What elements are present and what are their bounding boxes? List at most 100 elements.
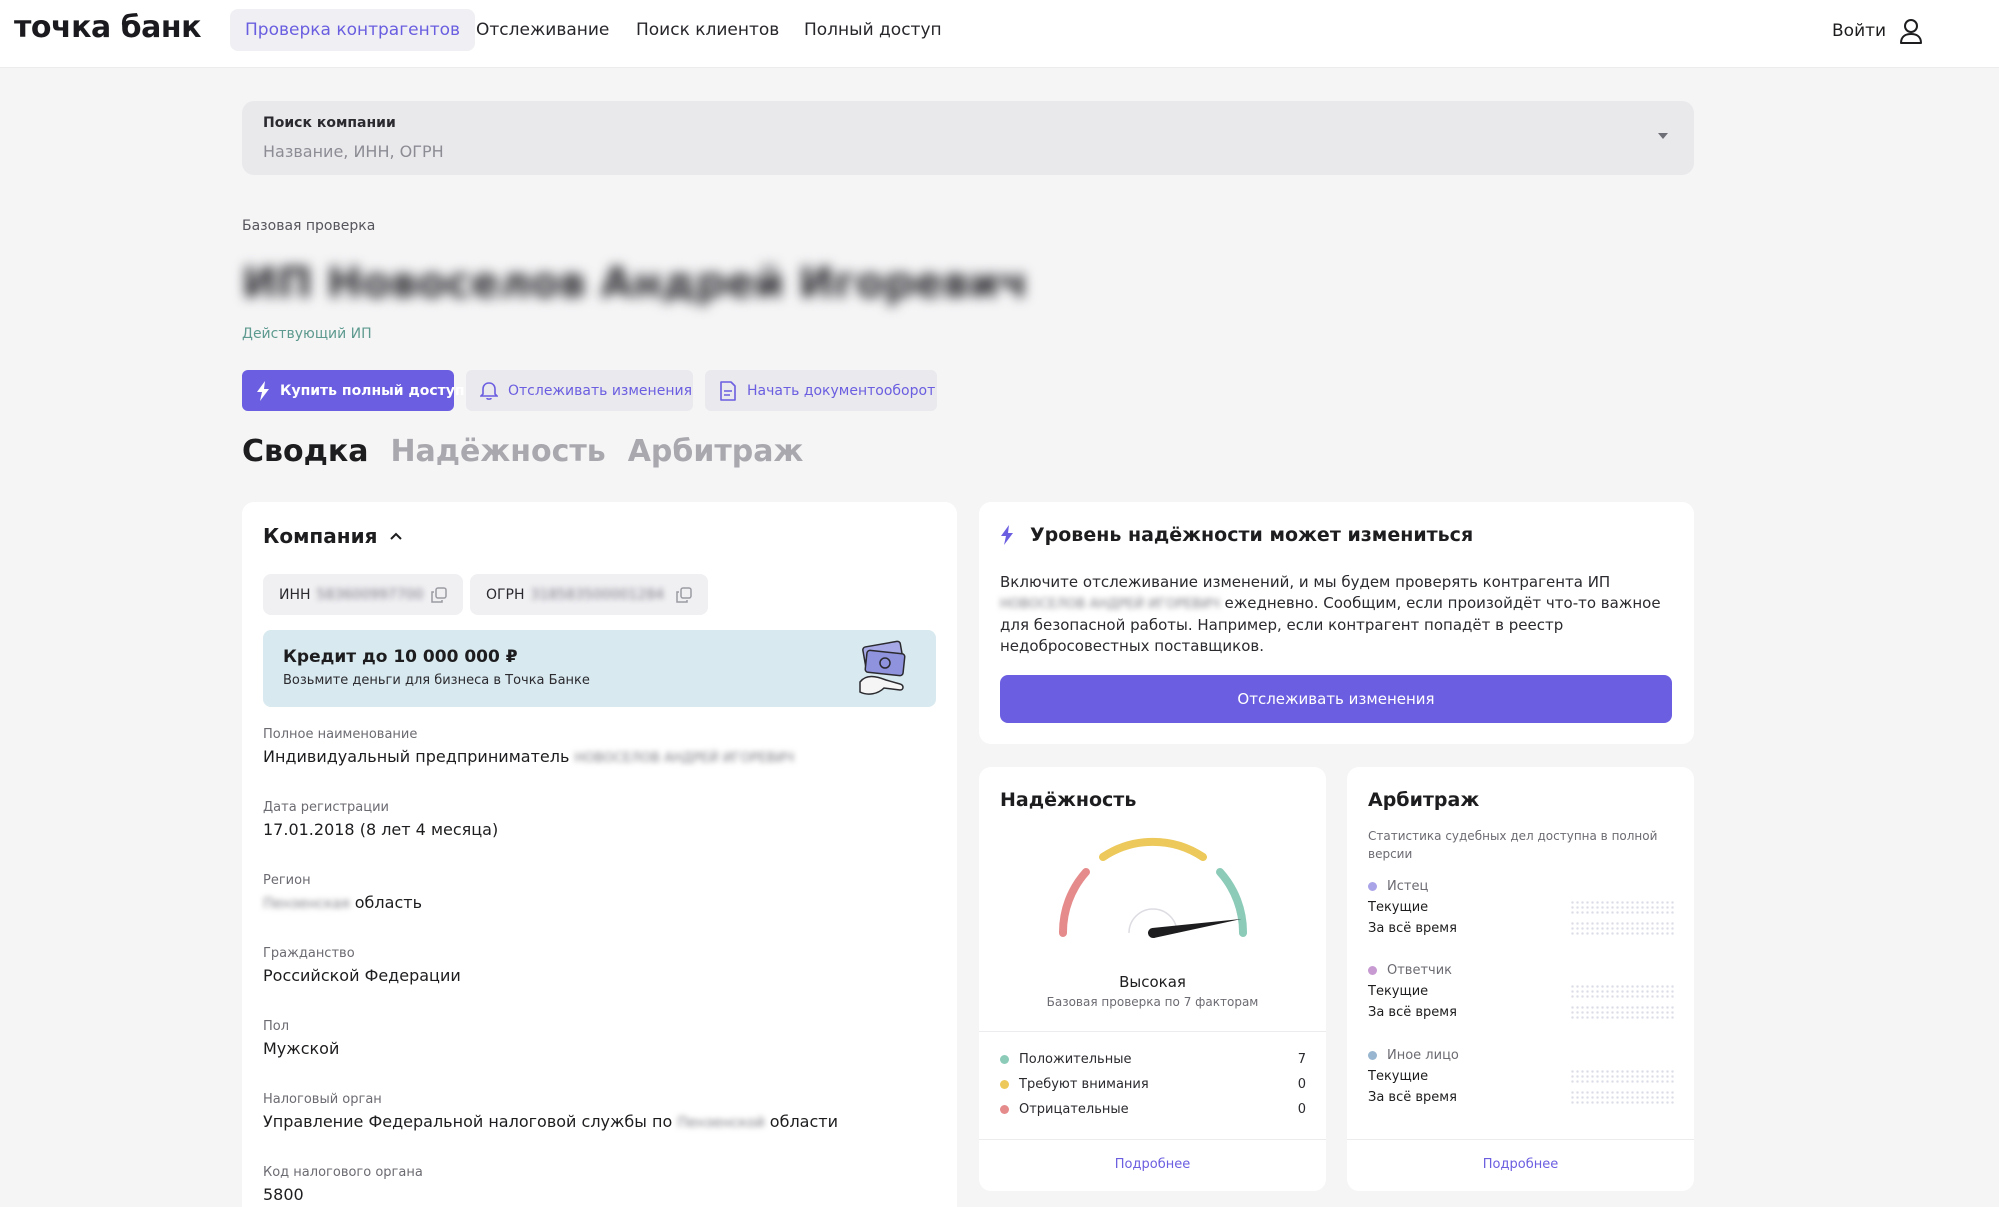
plaintiff-dot	[1368, 882, 1377, 891]
full-name-field: Полное наименование Индивидуальный предп…	[263, 727, 794, 766]
tab-summary[interactable]: Сводка	[242, 434, 368, 469]
arbitration-title: Арбитраж	[1368, 789, 1480, 811]
user-icon[interactable]	[1896, 16, 1926, 46]
full-name-label: Полное наименование	[263, 727, 418, 742]
legend-negative-count: 0	[1297, 1102, 1306, 1117]
citizenship-label: Гражданство	[263, 946, 355, 961]
hidden-value-placeholder	[1570, 984, 1674, 998]
legend-positive: Положительные 7	[1000, 1052, 1306, 1067]
lightning-icon	[1001, 525, 1013, 545]
reliability-subtitle: Базовая проверка по 7 факторам	[1046, 995, 1259, 1009]
nav-full-access[interactable]: Полный доступ	[789, 9, 957, 51]
other-party-dot	[1368, 1051, 1377, 1060]
track-changes-button[interactable]: Отслеживать изменения	[466, 370, 693, 411]
arbitration-subtitle: Статистика судебных дел доступна в полно…	[1368, 829, 1658, 861]
inn-chip[interactable]: ИНН 583600997700	[263, 574, 463, 615]
region-hidden: Пензенская	[263, 896, 350, 912]
copy-icon[interactable]	[676, 586, 692, 603]
defendant-label: Ответчик	[1387, 963, 1453, 978]
company-search[interactable]: Поиск компании	[242, 101, 1694, 175]
legend-attention-label: Требуют внимания	[1019, 1077, 1149, 1092]
tax-prefix: Управление Федеральной налоговой службы …	[263, 1112, 673, 1131]
hidden-value-placeholder	[1570, 921, 1674, 935]
document-icon	[720, 380, 736, 401]
login-link[interactable]: Войти	[1832, 16, 1886, 46]
tax-code-field: Код налогового органа 5800	[263, 1165, 423, 1204]
full-name-hidden: НОВОСЕЛОВ АНДРЕЙ ИГОРЕВИЧ	[574, 751, 795, 766]
alert-title: Уровень надёжности может измениться	[1030, 524, 1474, 546]
registration-label: Дата регистрации	[263, 800, 390, 815]
negative-dot	[1000, 1105, 1009, 1114]
docs-button-label: Начать документооборот	[747, 382, 936, 399]
buy-button-label: Купить полный доступ	[280, 382, 465, 399]
legend-negative-label: Отрицательные	[1019, 1102, 1129, 1117]
region-label: Регион	[263, 873, 311, 888]
search-label: Поиск компании	[263, 115, 396, 131]
nav-counterparty-check[interactable]: Проверка контрагентов	[230, 9, 476, 51]
tab-reliability[interactable]: Надёжность	[390, 434, 605, 469]
alert-text: Включите отслеживание изменений, и мы бу…	[1000, 572, 1672, 657]
full-name-value: Индивидуальный предприниматель НОВОСЕЛОВ…	[263, 747, 794, 766]
tax-authority-field: Налоговый орган Управление Федеральной н…	[263, 1092, 838, 1131]
credit-promo-banner[interactable]: Кредит до 10 000 000 ₽ Возьмите деньги д…	[263, 630, 936, 707]
money-hand-icon	[859, 640, 906, 695]
buy-full-access-button[interactable]: Купить полный доступ	[242, 370, 465, 411]
hidden-value-placeholder	[1570, 1090, 1674, 1104]
lightning-icon	[257, 380, 269, 401]
section-tabs: Сводка Надёжность Арбитраж	[242, 434, 803, 469]
citizenship-value: Российской Федерации	[263, 966, 461, 985]
tax-code-value: 5800	[263, 1185, 304, 1204]
legend-positive-label: Положительные	[1019, 1052, 1132, 1067]
track-changes-primary-button[interactable]: Отслеживать изменения	[1000, 675, 1672, 723]
arbitration-defendant: Ответчик Текущие За всё время	[1368, 963, 1674, 1020]
reliability-title: Надёжность	[1000, 789, 1137, 811]
alert-header: Уровень надёжности может измениться	[1000, 524, 1473, 546]
company-card: Компания ИНН 583600997700 ОГРН 318583500…	[242, 502, 957, 1207]
logo[interactable]: точка банк	[14, 10, 201, 45]
company-section-toggle[interactable]: Компания	[263, 524, 403, 548]
hidden-value-placeholder	[1570, 1069, 1674, 1083]
tax-authority-value: Управление Федеральной налоговой службы …	[263, 1112, 838, 1131]
defendant-current-label: Текущие	[1368, 984, 1429, 999]
other-party-label: Иное лицо	[1387, 1048, 1459, 1063]
legend-positive-count: 7	[1297, 1052, 1306, 1067]
registration-value: 17.01.2018 (8 лет 4 месяца)	[263, 820, 499, 839]
chevron-down-icon[interactable]	[1658, 133, 1668, 139]
arbitration-more-link[interactable]: Подробнее	[1347, 1157, 1694, 1172]
divider	[1347, 1139, 1694, 1140]
tax-code-label: Код налогового органа	[263, 1165, 423, 1180]
arbitration-other-party: Иное лицо Текущие За всё время	[1368, 1048, 1674, 1105]
top-bar: точка банк Проверка контрагентов Отслежи…	[0, 0, 1999, 68]
status-badge: Действующий ИП	[242, 326, 372, 342]
breadcrumb: Базовая проверка	[242, 218, 376, 234]
tax-hidden: Пензенской	[677, 1115, 765, 1131]
nav-client-search[interactable]: Поиск клиентов	[621, 9, 794, 51]
copy-icon[interactable]	[431, 586, 447, 603]
reliability-alert-card: Уровень надёжности может измениться Вклю…	[979, 502, 1694, 744]
ogrn-value: 318583500001284	[530, 586, 665, 603]
reliability-more-link[interactable]: Подробнее	[979, 1157, 1326, 1172]
region-suffix: область	[354, 893, 422, 912]
tax-suffix: области	[769, 1112, 838, 1131]
reliability-card: Надёжность Высокая Базовая проверка по 7…	[979, 767, 1326, 1191]
region-field: Регион Пензенская область	[263, 873, 422, 912]
alert-text-hidden: НОВОСЕЛОВ АНДРЕЙ ИГОРЕВИЧ	[1000, 597, 1220, 612]
positive-dot	[1000, 1055, 1009, 1064]
promo-subtitle: Возьмите деньги для бизнеса в Точка Банк…	[283, 673, 590, 688]
ogrn-chip[interactable]: ОГРН 318583500001284	[470, 574, 708, 615]
plaintiff-all-label: За всё время	[1368, 921, 1457, 936]
bell-icon	[480, 381, 498, 400]
alert-text-1: Включите отслеживание изменений, и мы бу…	[1000, 573, 1611, 591]
tab-arbitration[interactable]: Арбитраж	[628, 434, 804, 469]
ogrn-label: ОГРН	[486, 586, 525, 603]
other-party-all-label: За всё время	[1368, 1090, 1457, 1105]
divider	[979, 1139, 1326, 1140]
nav-tracking[interactable]: Отслеживание	[461, 9, 624, 51]
attention-dot	[1000, 1080, 1009, 1089]
search-input[interactable]	[263, 138, 1623, 164]
gender-label: Пол	[263, 1019, 290, 1034]
plaintiff-current-label: Текущие	[1368, 900, 1429, 915]
gender-value: Мужской	[263, 1039, 340, 1058]
registration-field: Дата регистрации 17.01.2018 (8 лет 4 мес…	[263, 800, 498, 839]
start-document-flow-button[interactable]: Начать документооборот	[705, 370, 937, 411]
